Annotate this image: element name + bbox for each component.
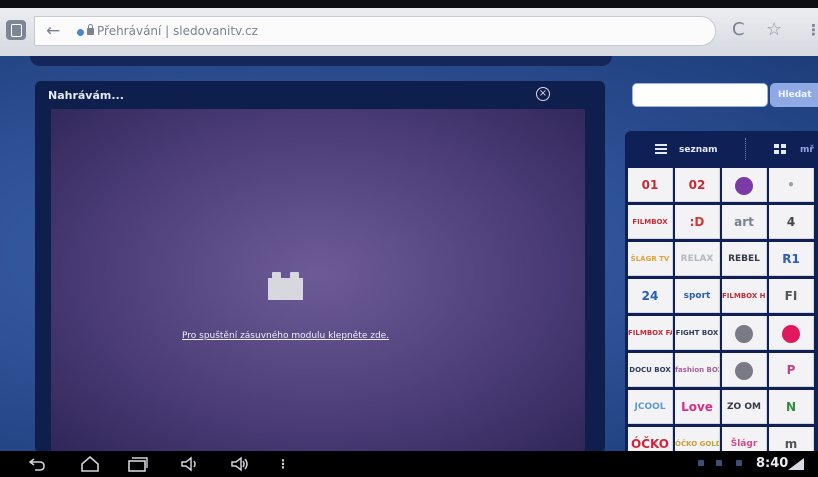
channel-logo[interactable]: JCOOL: [628, 390, 673, 424]
back-arrow-icon[interactable]: ←: [46, 22, 60, 40]
channel-logo[interactable]: FI: [769, 279, 814, 313]
channel-logo[interactable]: 24: [628, 279, 673, 313]
notification-icon: [736, 460, 742, 466]
volume-up-icon[interactable]: [230, 456, 250, 472]
close-icon[interactable]: ×: [536, 87, 550, 101]
notification-icon: [716, 460, 722, 466]
channel-row: 01 02 •: [628, 168, 818, 202]
channel-logo[interactable]: P: [769, 353, 814, 387]
status-clock: 8:40: [756, 456, 789, 471]
channel-logo[interactable]: 4: [769, 205, 814, 239]
channel-logo[interactable]: art: [722, 205, 767, 239]
channel-logo[interactable]: REBEL: [722, 242, 767, 276]
channel-logo[interactable]: R1: [769, 242, 814, 276]
android-navigation-bar: ⋮ 8:40: [0, 451, 818, 477]
reload-icon[interactable]: C: [732, 21, 745, 39]
channel-logo-icon: [735, 176, 753, 195]
channel-row: ŠLÁGR TV RELAX REBEL R1: [628, 242, 818, 276]
list-view-icon[interactable]: [655, 144, 667, 155]
web-page: Nahrávám... × Pro spuštění zásuvného mod…: [0, 56, 818, 461]
list-view-label[interactable]: seznam: [679, 145, 718, 155]
channel-row: 24 sport FILMBOX HD FI: [628, 279, 818, 313]
player-panel: Nahrávám...: [35, 81, 605, 453]
channel-row: FILMBOX:D art 4: [628, 205, 818, 239]
channel-logo-icon: [782, 324, 800, 343]
channel-logo[interactable]: ZO OM: [722, 390, 767, 424]
tab-switcher-icon[interactable]: [6, 20, 26, 40]
channel-logo[interactable]: DOCU BOX: [628, 353, 673, 387]
recent-apps-icon[interactable]: [128, 456, 148, 472]
plugin-activate-link[interactable]: Pro spuštění zásuvného modulu klepněte z…: [182, 331, 389, 341]
channel-logo[interactable]: 02: [675, 168, 720, 202]
globe-icon: [77, 29, 84, 36]
channel-logo[interactable]: ŠLÁGR TV: [628, 242, 673, 276]
channel-logo[interactable]: [722, 353, 767, 387]
grid-view-label[interactable]: mř: [800, 145, 814, 155]
grid-view-icon[interactable]: [774, 144, 787, 155]
back-icon[interactable]: [29, 457, 45, 471]
header-strip: [30, 56, 612, 66]
overflow-icon[interactable]: ⋮: [277, 457, 289, 471]
channel-logo[interactable]: :D: [675, 205, 720, 239]
channel-logo[interactable]: Love: [675, 390, 720, 424]
channel-logo[interactable]: [722, 316, 767, 350]
channel-row: DOCU BOX fashion BOX P: [628, 353, 818, 387]
channel-logo[interactable]: FILMBOX: [628, 205, 673, 239]
wifi-signal-icon: [788, 458, 804, 470]
channel-row: FILMBOX FAMILYFIGHT BOX: [628, 316, 818, 350]
url-text[interactable]: Přehrávání | sledovanitv.cz: [97, 23, 258, 39]
device-screen: ← Přehrávání | sledovanitv.cz C ☆ ⋮ Nahr…: [0, 0, 818, 477]
volume-down-icon[interactable]: [180, 456, 200, 472]
channel-logo[interactable]: fashion BOX: [675, 353, 720, 387]
search-input[interactable]: [632, 83, 768, 107]
channel-logo[interactable]: FIGHT BOX: [675, 316, 720, 350]
browser-toolbar: ← Přehrávání | sledovanitv.cz C ☆ ⋮: [0, 8, 818, 56]
channel-logo[interactable]: FILMBOX HD: [722, 279, 767, 313]
padlock-icon: [87, 24, 94, 35]
channel-row: JCOOL Love ZO OM N: [628, 390, 818, 424]
channel-logo-icon: [735, 361, 753, 380]
search-button[interactable]: Hledat: [770, 83, 818, 107]
channel-logo[interactable]: 01: [628, 168, 673, 202]
channel-logo[interactable]: RELAX: [675, 242, 720, 276]
channel-logo[interactable]: [722, 168, 767, 202]
channel-logo[interactable]: •: [769, 168, 814, 202]
plugin-icon[interactable]: [268, 270, 303, 300]
channel-logo[interactable]: sport: [675, 279, 720, 313]
channel-logo[interactable]: N: [769, 390, 814, 424]
channel-logo[interactable]: FILMBOX FAMILY: [628, 316, 673, 350]
channel-logo-icon: [735, 324, 753, 343]
channel-logo[interactable]: [769, 316, 814, 350]
notification-icon: [698, 460, 704, 466]
menu-icon[interactable]: ⋮: [806, 21, 818, 39]
home-icon[interactable]: [81, 456, 99, 472]
player-title: Nahrávám...: [48, 89, 124, 102]
star-icon[interactable]: ☆: [766, 21, 782, 39]
view-divider: [745, 138, 747, 160]
video-player[interactable]: [51, 109, 585, 453]
